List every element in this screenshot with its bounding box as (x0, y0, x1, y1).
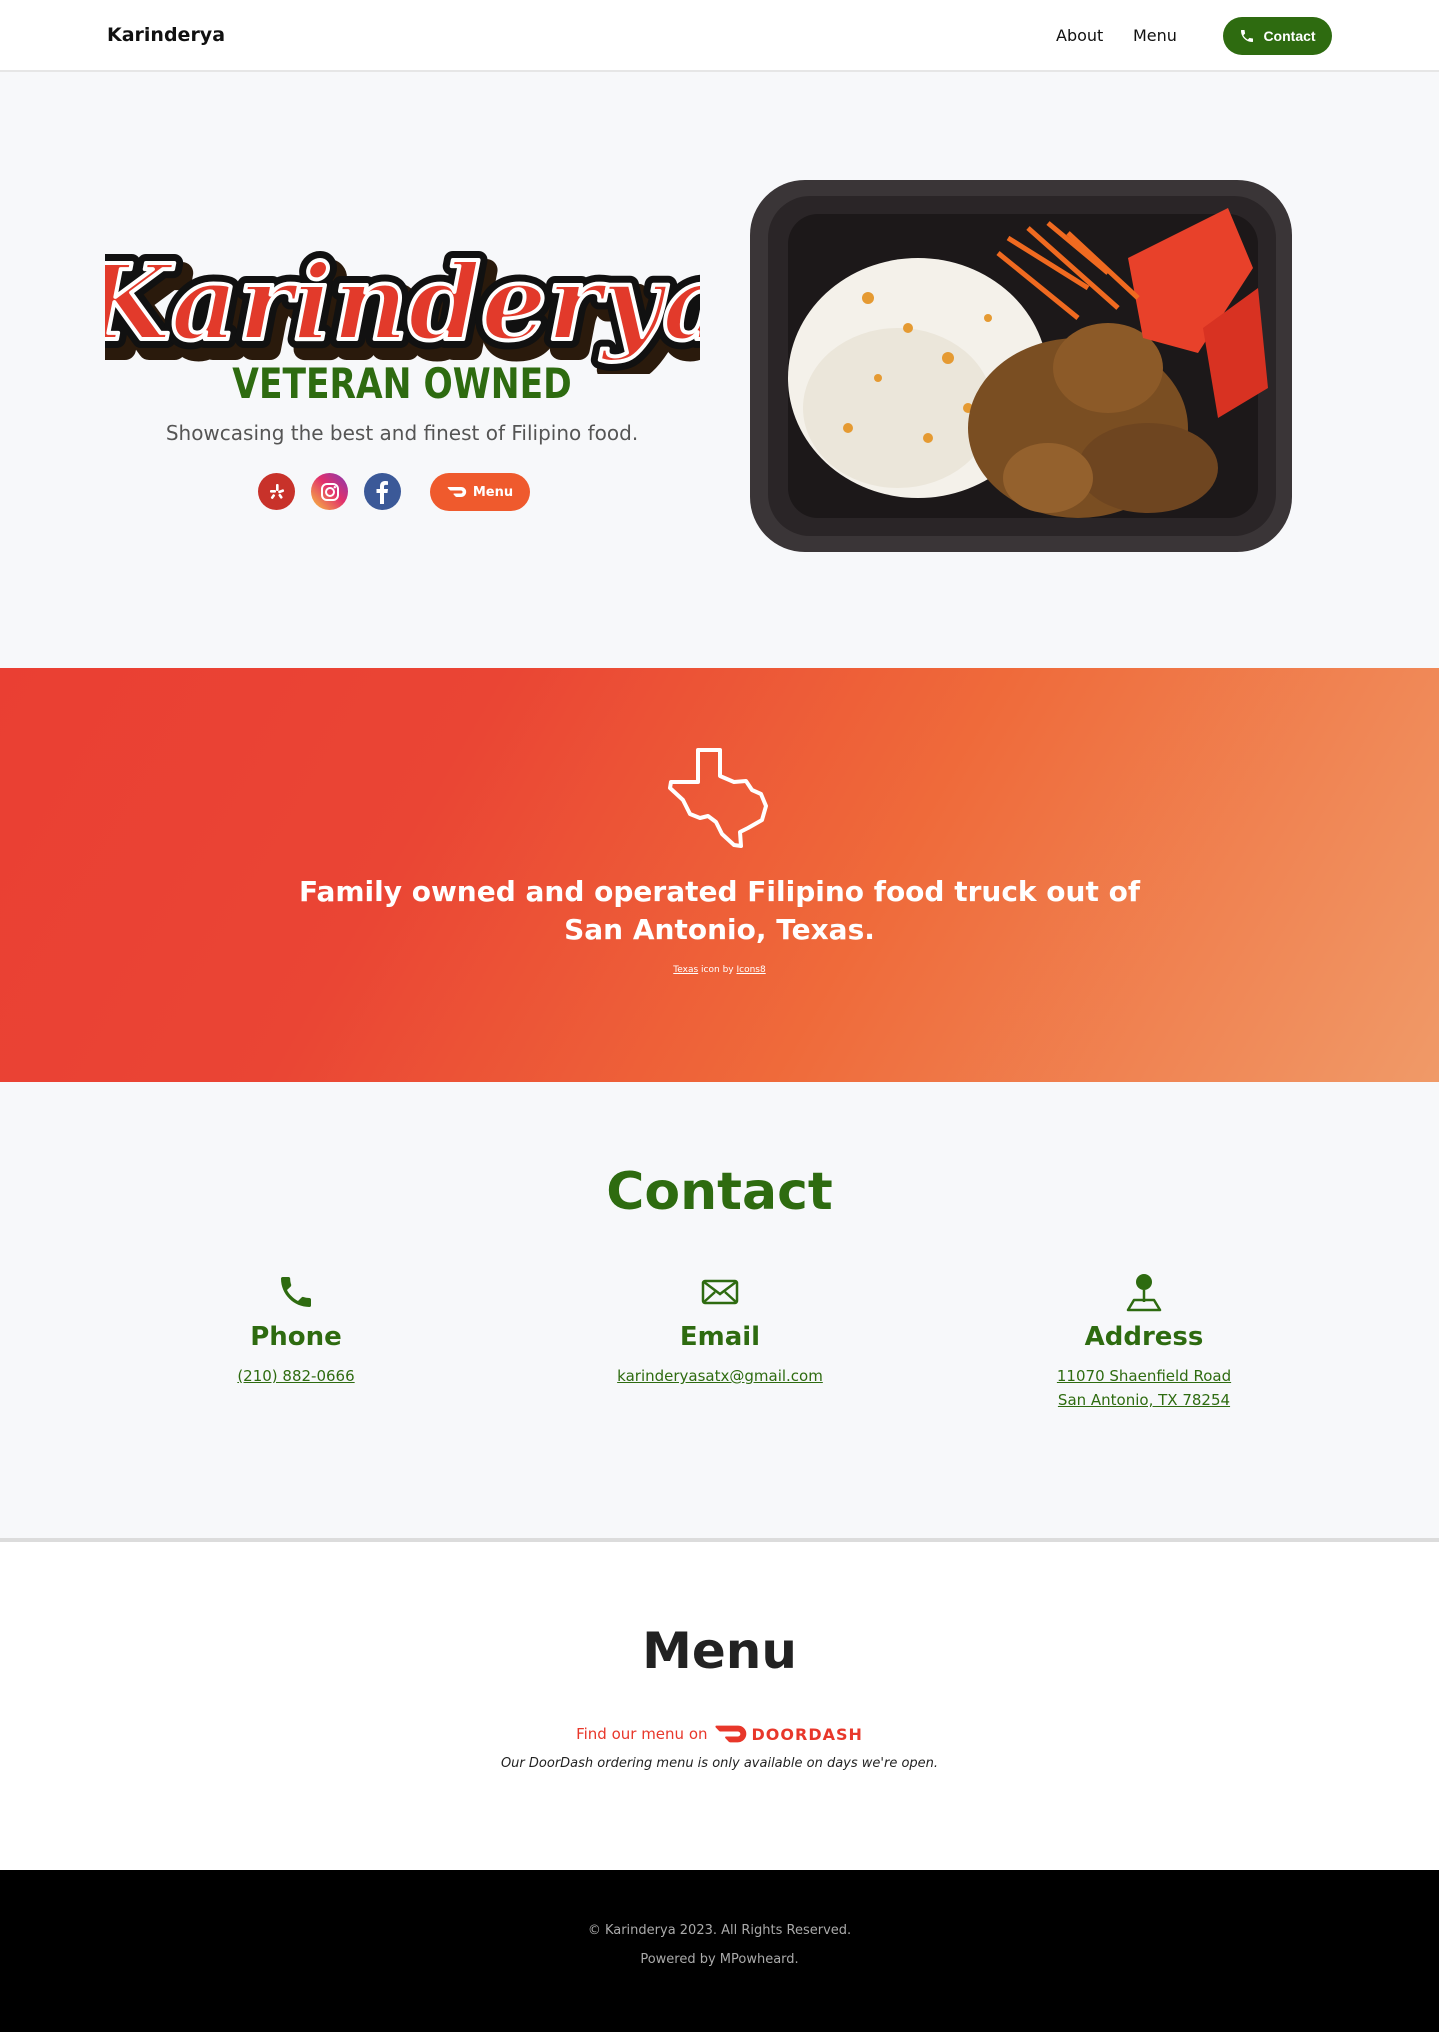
karinderya-logo: Karinderya Karinderya Karinderya (105, 232, 700, 374)
contact-address: Address 11070 Shaenfield Road San Antoni… (974, 1272, 1314, 1412)
facebook-icon[interactable] (364, 473, 401, 510)
menu-availability-note: Our DoorDash ordering menu is only avail… (500, 1756, 939, 1771)
email-label: Email (679, 1322, 761, 1352)
menu-title: Menu (642, 1622, 797, 1680)
doordash-menu-link[interactable]: Find our menu on DOORDASH (0, 1724, 1439, 1744)
about-line-2: San Antonio, Texas. (564, 913, 875, 946)
social-links (258, 473, 401, 510)
brand-link[interactable]: Karinderya (107, 24, 225, 46)
about-band: Family owned and operated Filipino food … (0, 668, 1439, 1082)
contact-email: Email karinderyasatx@gmail.com (550, 1272, 890, 1388)
instagram-icon[interactable] (311, 473, 348, 510)
contact-title: Contact (606, 1162, 833, 1222)
credit-middle: icon by (701, 965, 734, 975)
footer-copyright: © Karinderya 2023. All Rights Reserved. (587, 1923, 852, 1938)
contact-button-label: Contact (1263, 28, 1316, 44)
footer-powered-by: Powered by MPowheard. (640, 1952, 799, 1967)
credit-icons8-link[interactable]: Icons8 (736, 965, 765, 975)
hero-section: Karinderya Karinderya Karinderya VETERAN… (0, 74, 1439, 668)
address-line-2: San Antonio, TX 78254 (1057, 1391, 1231, 1409)
phone-icon (1241, 30, 1254, 42)
address-link[interactable]: 11070 Shaenfield Road San Antonio, TX 78… (974, 1364, 1314, 1412)
menu-section: Menu Find our menu on DOORDASH Our DoorD… (0, 1542, 1439, 1870)
phone-icon (281, 1277, 311, 1307)
yelp-icon[interactable] (258, 473, 295, 510)
contact-phone: Phone (210) 882-0666 (126, 1272, 466, 1388)
hero-tagline: Showcasing the best and finest of Filipi… (165, 421, 639, 445)
map-pin-icon (1126, 1274, 1162, 1312)
doordash-icon (714, 1725, 746, 1743)
envelope-icon (701, 1279, 739, 1305)
food-photo (750, 180, 1292, 552)
svg-text:Karinderya: Karinderya (105, 241, 700, 364)
contact-button[interactable]: Contact (1223, 17, 1332, 55)
icon-credit: Texas icon by Icons8 (0, 965, 1439, 975)
doordash-icon (447, 487, 467, 497)
address-label: Address (1084, 1322, 1204, 1352)
about-statement: Family owned and operated Filipino food … (0, 873, 1439, 949)
phone-link[interactable]: (210) 882-0666 (126, 1364, 466, 1388)
address-line-1: 11070 Shaenfield Road (1056, 1367, 1232, 1385)
texas-icon (668, 748, 768, 848)
veteran-owned-badge: VETERAN OWNED (232, 359, 572, 408)
footer: © Karinderya 2023. All Rights Reserved. … (0, 1870, 1439, 2032)
menu-button-label: Menu (472, 484, 514, 500)
nav-link-menu[interactable]: Menu (1133, 26, 1177, 45)
doordash-wordmark: DOORDASH (751, 1724, 863, 1744)
nav-link-about[interactable]: About (1056, 26, 1103, 45)
doordash-logo: DOORDASH (714, 1724, 863, 1744)
contact-section: Contact Phone (210) 882-0666 Email karin… (0, 1082, 1439, 1538)
top-navbar: Karinderya About Menu Contact (0, 0, 1439, 72)
credit-texas-link[interactable]: Texas (673, 965, 698, 975)
find-menu-text: Find our menu on (576, 1725, 708, 1743)
email-link[interactable]: karinderyasatx@gmail.com (550, 1364, 890, 1388)
about-line-1: Family owned and operated Filipino food … (298, 875, 1141, 908)
phone-label: Phone (250, 1322, 342, 1352)
doordash-menu-button[interactable]: Menu (430, 473, 530, 511)
